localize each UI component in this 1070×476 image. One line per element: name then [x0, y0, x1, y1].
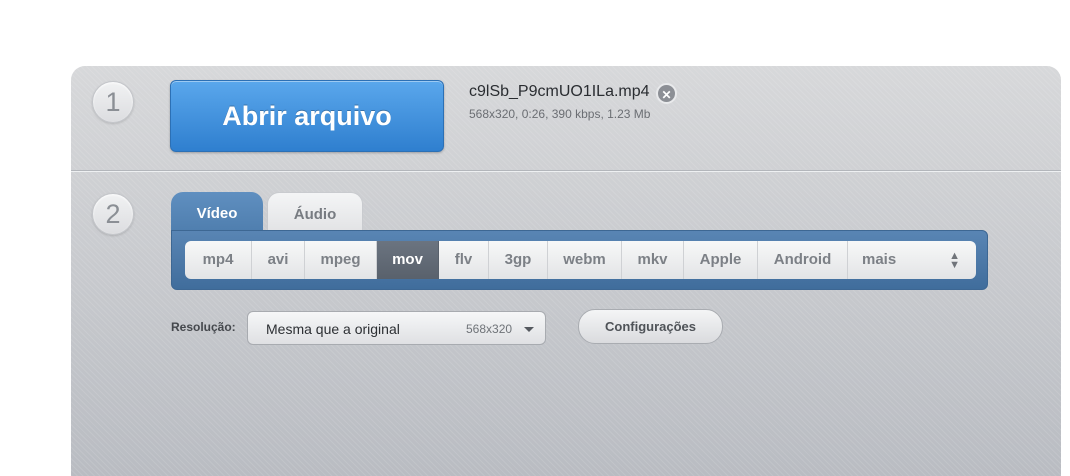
format-3gp[interactable]: 3gp — [489, 241, 548, 279]
file-name: c9lSb_P9cmUO1ILa.mp4 — [469, 83, 650, 100]
format-list: mp4 avi mpeg mov flv 3gp webm mkv Apple … — [185, 241, 976, 279]
format-more-dropdown[interactable]: mais ▲ ▼ — [848, 241, 976, 279]
up-down-arrows-icon: ▲ ▼ — [949, 250, 960, 271]
tab-audio[interactable]: Áudio — [267, 192, 363, 232]
format-mpeg[interactable]: mpeg — [305, 241, 377, 279]
resolution-select[interactable]: Mesma que a original 568x320 — [247, 311, 546, 345]
open-file-button[interactable]: Abrir arquivo — [170, 80, 444, 152]
format-flv[interactable]: flv — [439, 241, 489, 279]
format-mkv[interactable]: mkv — [622, 241, 684, 279]
converter-panel: 1 Abrir arquivo c9lSb_P9cmUO1ILa.mp4 ✕ 5… — [71, 66, 1061, 476]
settings-button[interactable]: Configurações — [578, 309, 723, 344]
close-circle-icon[interactable]: ✕ — [656, 83, 677, 104]
format-webm[interactable]: webm — [548, 241, 622, 279]
tab-video[interactable]: Vídeo — [171, 192, 263, 232]
chevron-down-icon — [524, 327, 534, 332]
step-1-indicator: 1 — [92, 81, 134, 123]
format-android[interactable]: Android — [758, 241, 848, 279]
section-divider — [71, 170, 1061, 172]
format-more-label: mais — [862, 251, 897, 268]
resolution-value: Mesma que a original — [266, 321, 400, 337]
resolution-label: Resolução: — [171, 320, 236, 334]
format-mp4[interactable]: mp4 — [185, 241, 252, 279]
format-bar: mp4 avi mpeg mov flv 3gp webm mkv Apple … — [171, 230, 988, 290]
format-apple[interactable]: Apple — [684, 241, 758, 279]
format-mov[interactable]: mov — [377, 241, 439, 279]
file-metadata: 568x320, 0:26, 390 kbps, 1.23 Mb — [469, 107, 651, 121]
resolution-dimensions: 568x320 — [466, 322, 513, 336]
format-avi[interactable]: avi — [252, 241, 305, 279]
step-2-indicator: 2 — [92, 193, 134, 235]
